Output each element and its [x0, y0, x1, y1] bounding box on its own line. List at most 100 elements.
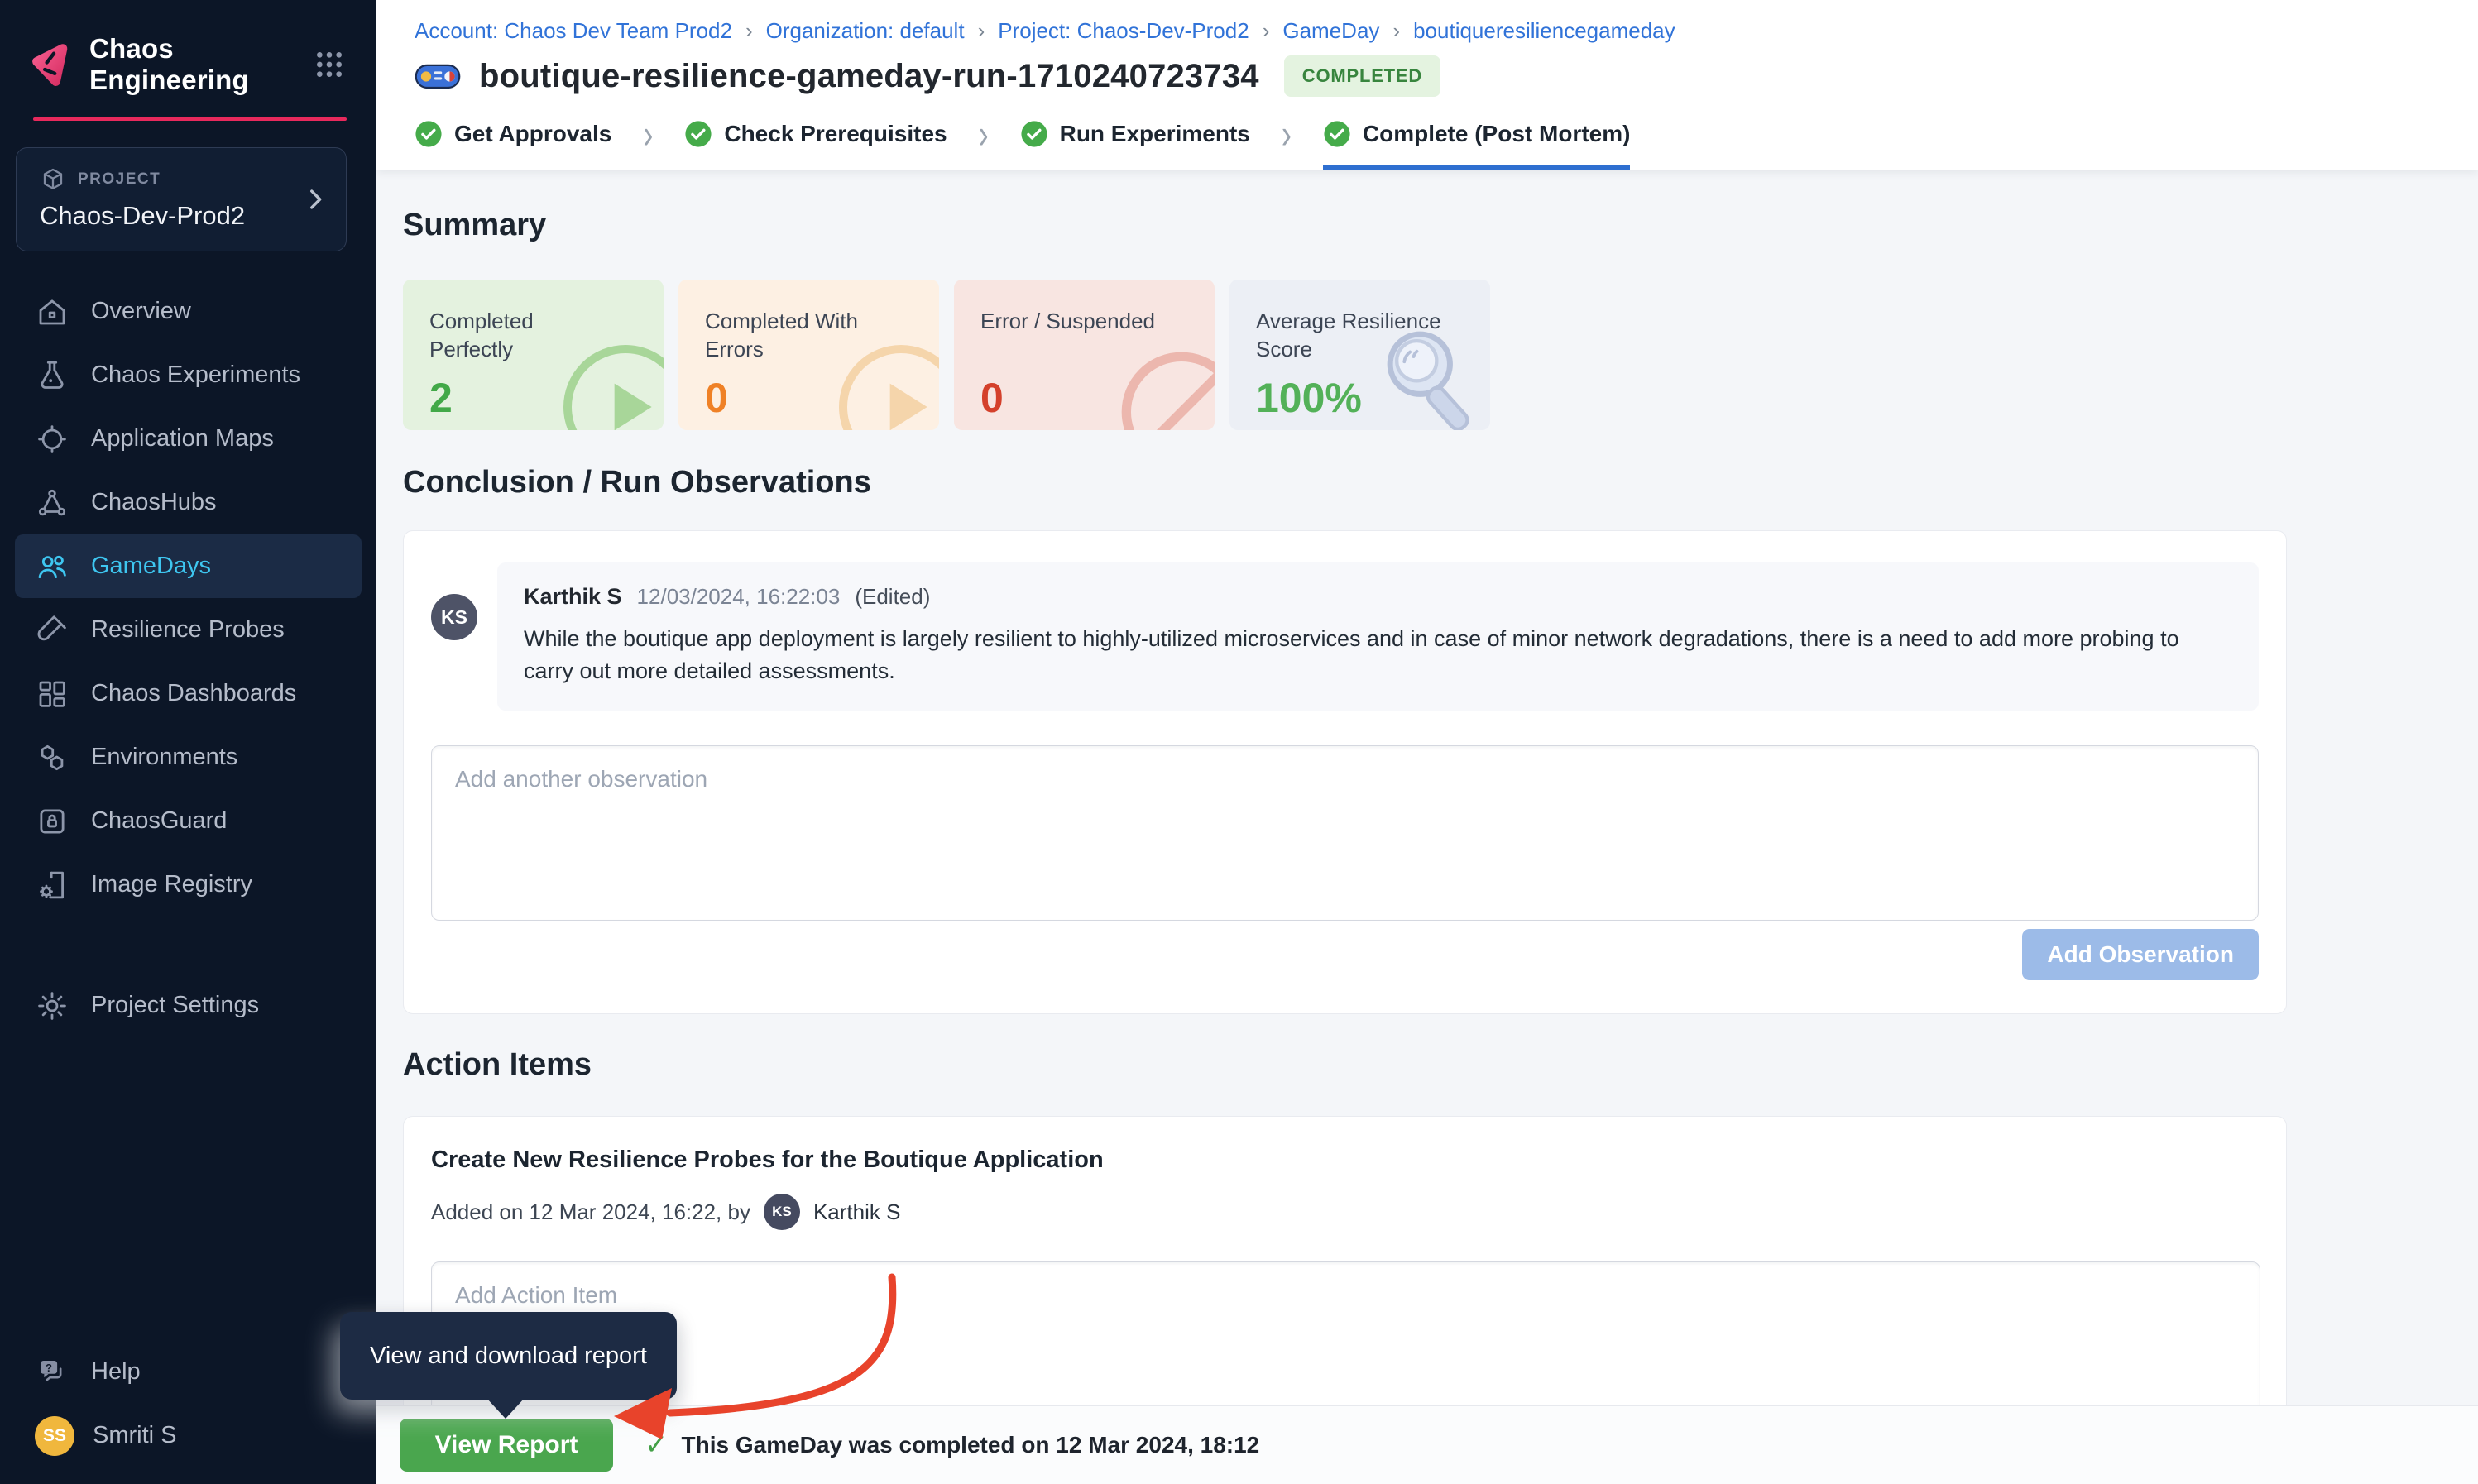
- summary-card-error-suspended: Error / Suspended 0: [954, 280, 1215, 430]
- sidebar-item-chaoshubs[interactable]: ChaosHubs: [15, 471, 362, 534]
- comment-block: Karthik S 12/03/2024, 16:22:03 (Edited) …: [497, 562, 2259, 711]
- summary-card-average-resilience-score: Average Resilience Score 100%: [1229, 280, 1490, 430]
- sidebar-item-chaosguard[interactable]: ChaosGuard: [15, 789, 362, 853]
- hub-icon: [35, 486, 69, 520]
- action-item-avatar: KS: [764, 1194, 800, 1230]
- step-label: Get Approvals: [454, 121, 611, 147]
- tooltip-text: View and download report: [370, 1343, 647, 1370]
- sidebar-item-gamedays[interactable]: GameDays: [15, 534, 362, 598]
- target-icon: [35, 422, 69, 457]
- summary-cards: Completed Perfectly 2 Completed With Err…: [403, 280, 2478, 430]
- flask-icon: [35, 358, 69, 393]
- breadcrumb-separator-icon: [1263, 18, 1270, 44]
- sidebar-item-overview[interactable]: Overview: [15, 280, 362, 343]
- tooltip-caret: [486, 1398, 525, 1419]
- action-items-card: Create New Resilience Probes for the Bou…: [403, 1116, 2287, 1406]
- sidebar-item-chaos-experiments[interactable]: Chaos Experiments: [15, 343, 362, 407]
- sidebar-item-label: Help: [91, 1358, 141, 1386]
- sidebar-item-environments[interactable]: Environments: [15, 725, 362, 789]
- add-action-item-input[interactable]: [431, 1261, 2260, 1406]
- view-report-tooltip: View and download report: [340, 1312, 677, 1400]
- view-report-button[interactable]: View Report: [400, 1419, 613, 1472]
- comment-author: Karthik S: [524, 584, 622, 610]
- summary-card-completed-with-errors: Completed With Errors 0: [678, 280, 939, 430]
- page-title: boutique-resilience-gameday-run-17102407…: [479, 58, 1259, 95]
- action-item-author: Karthik S: [813, 1199, 901, 1225]
- probe-icon: [35, 613, 69, 648]
- summary-card-label: Completed Perfectly: [429, 308, 620, 364]
- add-observation-button[interactable]: Add Observation: [2022, 929, 2259, 980]
- observations-heading: Conclusion / Run Observations: [403, 465, 2478, 500]
- cube-icon: [40, 166, 66, 193]
- footer-bar: View Report ✓ This GameDay was completed…: [376, 1405, 2478, 1484]
- help-chat-icon: ?: [35, 1355, 69, 1390]
- action-item-added-on: Added on 12 Mar 2024, 16:22, by: [431, 1199, 750, 1225]
- chevron-right-icon: [301, 185, 329, 213]
- sidebar-item-project-settings[interactable]: Project Settings: [15, 974, 362, 1037]
- project-selector[interactable]: PROJECT Chaos-Dev-Prod2: [16, 147, 347, 251]
- sidebar-item-label: Chaos Dashboards: [91, 680, 296, 707]
- sidebar-user[interactable]: SS Smriti S: [15, 1404, 362, 1467]
- add-observation-input[interactable]: [431, 745, 2259, 921]
- step-check-prerequisites[interactable]: Check Prerequisites: [684, 103, 947, 170]
- check-circle-icon: [1323, 120, 1351, 148]
- sidebar-item-help[interactable]: ? Help: [15, 1340, 362, 1404]
- breadcrumb-gameday[interactable]: GameDay: [1282, 18, 1379, 44]
- main-content: Summary Completed Perfectly 2 Completed …: [376, 170, 2478, 1406]
- sidebar-item-label: ChaosHubs: [91, 489, 217, 516]
- check-icon: ✓: [645, 1429, 669, 1462]
- comment-avatar: KS: [431, 594, 477, 640]
- dashboard-icon: [35, 677, 69, 711]
- people-icon: [35, 549, 69, 584]
- gear-icon: [35, 989, 69, 1023]
- sidebar-nav: Overview Chaos Experiments Applicatio: [0, 280, 376, 917]
- breadcrumb-gameday-name[interactable]: boutiqueresiliencegameday: [1413, 18, 1675, 44]
- brand-accent-divider: [33, 117, 347, 121]
- breadcrumb-organization[interactable]: Organization: default: [766, 18, 965, 44]
- brand-row: Chaos Engineering: [0, 0, 376, 96]
- chevron-right-icon: [1282, 103, 1292, 170]
- user-avatar: SS: [35, 1416, 74, 1456]
- sidebar-item-label: Resilience Probes: [91, 616, 285, 644]
- step-label: Check Prerequisites: [724, 121, 947, 147]
- sidebar-item-label: Overview: [91, 298, 191, 325]
- home-icon: [35, 294, 69, 329]
- comment-body: While the boutique app deployment is lar…: [524, 623, 2212, 687]
- gamepad-icon: [415, 58, 461, 94]
- sidebar-item-label: Project Settings: [91, 992, 259, 1019]
- check-circle-icon: [684, 120, 712, 148]
- check-circle-icon: [1020, 120, 1048, 148]
- sidebar-item-application-maps[interactable]: Application Maps: [15, 407, 362, 471]
- summary-card-value: 100%: [1256, 374, 1465, 422]
- summary-card-label: Completed With Errors: [705, 308, 895, 364]
- sidebar: Chaos Engineering PROJECT Chaos-Dev-Pr: [0, 0, 376, 1484]
- project-label: PROJECT: [78, 170, 161, 189]
- summary-card-completed-perfectly: Completed Perfectly 2: [403, 280, 664, 430]
- breadcrumb-separator-icon: [978, 18, 985, 44]
- summary-card-label: Error / Suspended: [980, 308, 1171, 364]
- registry-icon: [35, 868, 69, 902]
- sidebar-item-resilience-probes[interactable]: Resilience Probes: [15, 598, 362, 662]
- sidebar-item-image-registry[interactable]: Image Registry: [15, 853, 362, 917]
- check-circle-icon: [415, 120, 443, 148]
- sidebar-item-label: GameDays: [91, 553, 211, 580]
- step-run-experiments[interactable]: Run Experiments: [1020, 103, 1250, 170]
- step-get-approvals[interactable]: Get Approvals: [415, 103, 611, 170]
- summary-card-value: 2: [429, 374, 639, 422]
- step-complete-post-mortem[interactable]: Complete (Post Mortem): [1323, 103, 1631, 170]
- hexagons-icon: [35, 740, 69, 775]
- sidebar-item-label: Chaos Experiments: [91, 361, 300, 389]
- summary-card-value: 0: [705, 374, 914, 422]
- chevron-right-icon: [643, 103, 653, 170]
- sidebar-item-label: ChaosGuard: [91, 807, 227, 835]
- svg-text:?: ?: [46, 1361, 52, 1373]
- sidebar-item-chaos-dashboards[interactable]: Chaos Dashboards: [15, 662, 362, 725]
- action-item-title: Create New Resilience Probes for the Bou…: [431, 1147, 2259, 1174]
- breadcrumb-account[interactable]: Account: Chaos Dev Team Prod2: [415, 18, 732, 44]
- observations-card: KS Karthik S 12/03/2024, 16:22:03 (Edite…: [403, 530, 2287, 1014]
- project-name: Chaos-Dev-Prod2: [40, 201, 296, 231]
- module-switcher-icon[interactable]: [312, 47, 347, 82]
- chaos-engineering-app: Chaos Engineering PROJECT Chaos-Dev-Pr: [0, 0, 2478, 1484]
- breadcrumb-project[interactable]: Project: Chaos-Dev-Prod2: [998, 18, 1249, 44]
- summary-card-value: 0: [980, 374, 1190, 422]
